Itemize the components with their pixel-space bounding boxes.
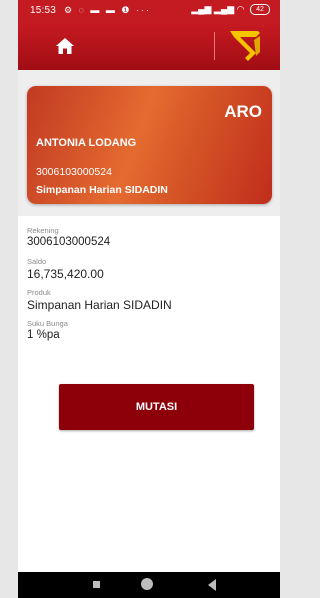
navigation-bar: [18, 572, 280, 598]
notification-icons: ⚙ ◌ ▬ ▬ ❶ ···: [64, 5, 151, 15]
bank-logo: [230, 31, 260, 61]
card-account-number: 3006103000524: [36, 166, 112, 178]
bunga-value: 1 %pa: [27, 329, 60, 341]
card-section: ARO ANTONIA LODANG 3006103000524 Simpana…: [18, 70, 280, 216]
mutasi-button[interactable]: MUTASI: [59, 384, 254, 430]
account-card[interactable]: ARO ANTONIA LODANG 3006103000524 Simpana…: [27, 86, 272, 204]
phone-screen: 15:53 ⚙ ◌ ▬ ▬ ❶ ··· ▂▄▆ ▂▄▆ ◠ 42 ARO ANT…: [18, 0, 280, 598]
system-icons: ▂▄▆ ▂▄▆ ◠ 42: [191, 4, 270, 16]
app-bar-divider: [214, 32, 215, 60]
rekening-value: 3006103000524: [27, 236, 111, 248]
signal-icon: ▂▄▆ ▂▄▆ ◠: [191, 4, 245, 14]
battery-icon: 42: [250, 4, 270, 16]
produk-value: Simpanan Harian SIDADIN: [27, 298, 172, 312]
bunga-label: Suku Bunga: [27, 319, 68, 328]
produk-label: Produk: [27, 288, 51, 297]
card-holder-name: ANTONIA LODANG: [36, 137, 137, 149]
back-icon[interactable]: [208, 579, 216, 591]
saldo-label: Saldo: [27, 257, 47, 266]
rekening-label: Rekening: [27, 226, 59, 235]
app-bar: [18, 22, 280, 70]
home-icon[interactable]: [53, 34, 77, 58]
home-nav-icon[interactable]: [141, 578, 153, 590]
saldo-value: 16,735,420.00: [27, 267, 104, 281]
recent-apps-icon[interactable]: [93, 581, 100, 588]
status-bar: 15:53 ⚙ ◌ ▬ ▬ ❶ ··· ▂▄▆ ▂▄▆ ◠ 42: [18, 0, 280, 22]
card-product: Simpanan Harian SIDADIN: [36, 184, 168, 196]
status-time: 15:53: [30, 5, 57, 16]
card-badge: ARO: [224, 102, 262, 121]
account-details: Rekening 3006103000524 Saldo 16,735,420.…: [27, 226, 272, 350]
